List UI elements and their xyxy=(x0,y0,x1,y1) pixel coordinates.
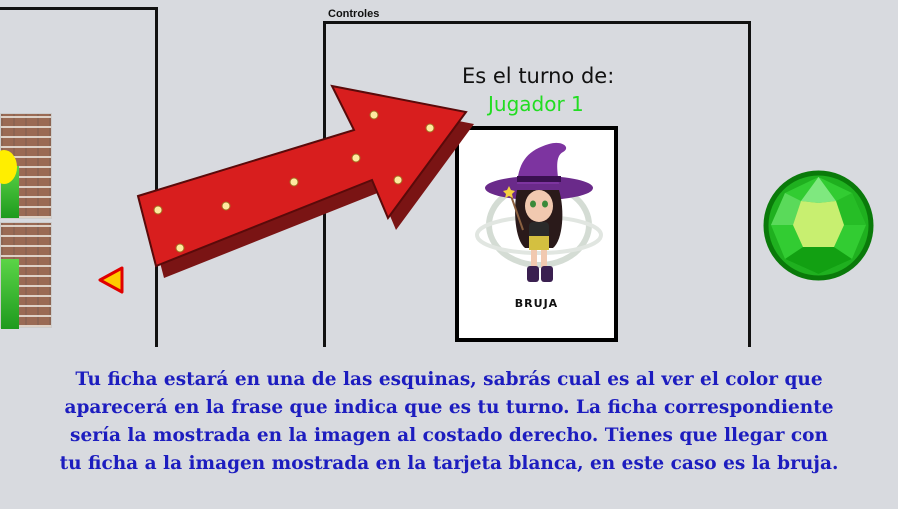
green-gem-icon[interactable] xyxy=(762,169,875,282)
instructions-line: tu ficha a la imagen mostrada en la tarj… xyxy=(59,453,839,474)
triangle-left-icon[interactable] xyxy=(98,266,126,294)
board-tile[interactable] xyxy=(0,222,52,329)
witch-image xyxy=(475,142,603,282)
instructions-text: Tu ficha estará en una de las esquinas, … xyxy=(0,366,898,478)
red-arrow-icon xyxy=(136,84,474,278)
tile-green-strip xyxy=(1,259,19,329)
controls-title: Controles xyxy=(328,8,380,20)
instructions-line: aparecerá en la frase que indica que es … xyxy=(64,397,834,418)
current-player-name: Jugador 1 xyxy=(488,92,584,116)
card-caption: BRUJA xyxy=(514,297,559,310)
instructions-line: Tu ficha estará en una de las esquinas, … xyxy=(75,369,823,390)
board-tile[interactable] xyxy=(0,113,52,219)
turn-label: Es el turno de: xyxy=(462,64,615,88)
instructions-line: sería la mostrada en la imagen al costad… xyxy=(70,425,828,446)
